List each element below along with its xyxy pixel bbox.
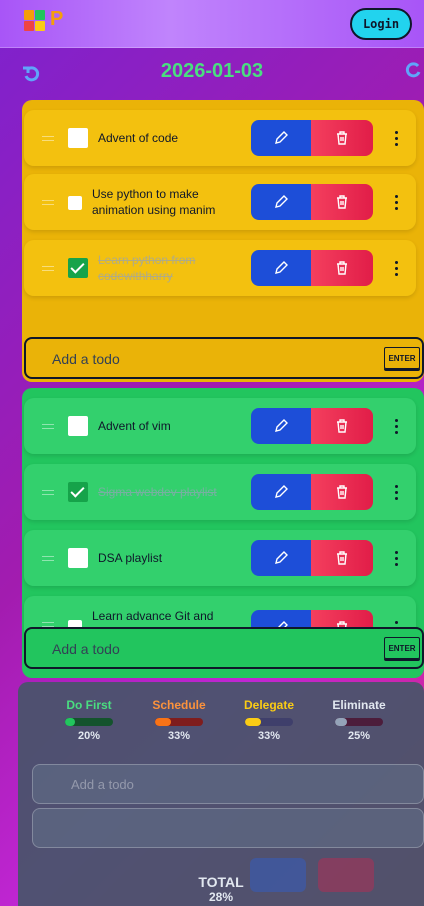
edit-button[interactable]: [251, 184, 311, 220]
trash-icon: [337, 261, 347, 275]
edit-button[interactable]: [251, 408, 311, 444]
drag-handle-icon[interactable]: [42, 490, 54, 495]
todo-checkbox-checked[interactable]: [68, 258, 88, 278]
pencil-icon: [275, 485, 288, 498]
add-todo-input-schedule[interactable]: Add a todo ENTER: [24, 337, 424, 379]
todo-item[interactable]: Sigma webdev playlist: [24, 464, 416, 520]
todo-text: Advent of code: [98, 131, 179, 145]
stats-panel: Do First 20% Schedule 33% Delegate 33% E…: [18, 682, 424, 906]
progress-bar: [245, 718, 293, 726]
todo-item[interactable]: DSA playlist: [24, 530, 416, 586]
stat-percent: 33%: [167, 730, 191, 742]
pencil-icon: [275, 261, 288, 274]
add-todo-input-do-first[interactable]: Add a todo ENTER: [24, 627, 424, 669]
stat-title: Do First: [66, 698, 112, 712]
redo-icon[interactable]: [404, 60, 424, 80]
edit-button[interactable]: [251, 250, 311, 286]
trash-icon: [337, 485, 347, 499]
ghost-placeholder: Add a todo: [71, 777, 134, 792]
stat-percent: 20%: [77, 730, 101, 742]
trash-icon: [337, 551, 347, 565]
login-button[interactable]: Login: [350, 8, 412, 40]
delete-button[interactable]: [311, 184, 373, 220]
delete-button[interactable]: [311, 408, 373, 444]
delete-button[interactable]: [311, 540, 373, 576]
drag-handle-icon[interactable]: [42, 266, 54, 271]
progress-bar: [65, 718, 113, 726]
ghost-input-row: [32, 808, 424, 848]
total-label: TOTAL: [198, 874, 244, 890]
total-percent: 28%: [208, 890, 234, 904]
more-options-icon[interactable]: [386, 258, 406, 278]
todo-item[interactable]: Use python to make animation using manim: [24, 174, 416, 230]
trash-icon: [337, 419, 347, 433]
drag-handle-icon[interactable]: [42, 556, 54, 561]
progress-fill: [65, 718, 75, 726]
ghost-add-todo-input: Add a todo: [32, 764, 424, 804]
edit-button[interactable]: [251, 540, 311, 576]
enter-button[interactable]: ENTER: [384, 347, 420, 369]
pencil-icon: [275, 131, 288, 144]
todo-checkbox[interactable]: [68, 416, 88, 436]
stat-do-first: Do First 20%: [44, 698, 134, 742]
todo-item[interactable]: Advent of code: [24, 110, 416, 166]
pencil-icon: [275, 551, 288, 564]
todo-checkbox[interactable]: [68, 548, 88, 568]
date-navigation: 2026-01-03: [0, 58, 424, 90]
stat-title: Delegate: [243, 698, 295, 712]
app-header: P Login: [0, 0, 424, 48]
enter-button[interactable]: ENTER: [384, 637, 420, 659]
todo-checkbox[interactable]: [68, 196, 82, 210]
logo-square-green: [35, 10, 45, 20]
todo-item[interactable]: Advent of vim: [24, 398, 416, 454]
app-logo-icon[interactable]: [24, 10, 46, 32]
todo-text: Advent of vim: [98, 419, 171, 433]
drag-handle-icon[interactable]: [42, 200, 54, 205]
todo-item[interactable]: Learn python from codewithharry: [24, 240, 416, 296]
logo-square-orange: [24, 10, 34, 20]
delete-button[interactable]: [311, 474, 373, 510]
more-options-icon[interactable]: [386, 128, 406, 148]
stat-schedule: Schedule 33%: [134, 698, 224, 742]
logo-square-red: [24, 21, 34, 31]
trash-icon: [337, 195, 347, 209]
todo-text: DSA playlist: [98, 551, 163, 565]
add-todo-placeholder: Add a todo: [52, 351, 120, 367]
todo-text: Use python to make animation using manim: [92, 187, 216, 217]
stat-delegate: Delegate 33%: [224, 698, 314, 742]
pencil-icon: [275, 419, 288, 432]
edit-button[interactable]: [251, 474, 311, 510]
more-options-icon[interactable]: [386, 192, 406, 212]
progress-bar: [335, 718, 383, 726]
current-date: 2026-01-03: [160, 60, 264, 82]
progress-fill: [155, 718, 171, 726]
delete-button[interactable]: [311, 250, 373, 286]
progress-fill: [335, 718, 347, 726]
stat-eliminate: Eliminate 25%: [314, 698, 404, 742]
edit-button[interactable]: [251, 120, 311, 156]
progress-bar: [155, 718, 203, 726]
progress-fill: [245, 718, 261, 726]
delete-button[interactable]: [311, 120, 373, 156]
todo-checkbox-checked[interactable]: [68, 482, 88, 502]
logo-text: P: [50, 8, 64, 30]
pencil-icon: [275, 195, 288, 208]
stat-title: Eliminate: [332, 698, 386, 712]
stat-title: Schedule: [152, 698, 206, 712]
todo-text: Learn python from codewithharry: [98, 253, 196, 283]
total-summary: TOTAL 28%: [18, 874, 424, 904]
stat-percent: 25%: [347, 730, 371, 742]
add-todo-placeholder: Add a todo: [52, 641, 120, 657]
more-options-icon[interactable]: [386, 482, 406, 502]
more-options-icon[interactable]: [386, 416, 406, 436]
todo-checkbox[interactable]: [68, 128, 88, 148]
logo-square-yellow: [35, 21, 45, 31]
trash-icon: [337, 131, 347, 145]
todo-text: Sigma webdev playlist: [98, 485, 217, 499]
drag-handle-icon[interactable]: [42, 136, 54, 141]
stat-percent: 33%: [257, 730, 281, 742]
drag-handle-icon[interactable]: [42, 424, 54, 429]
more-options-icon[interactable]: [386, 548, 406, 568]
